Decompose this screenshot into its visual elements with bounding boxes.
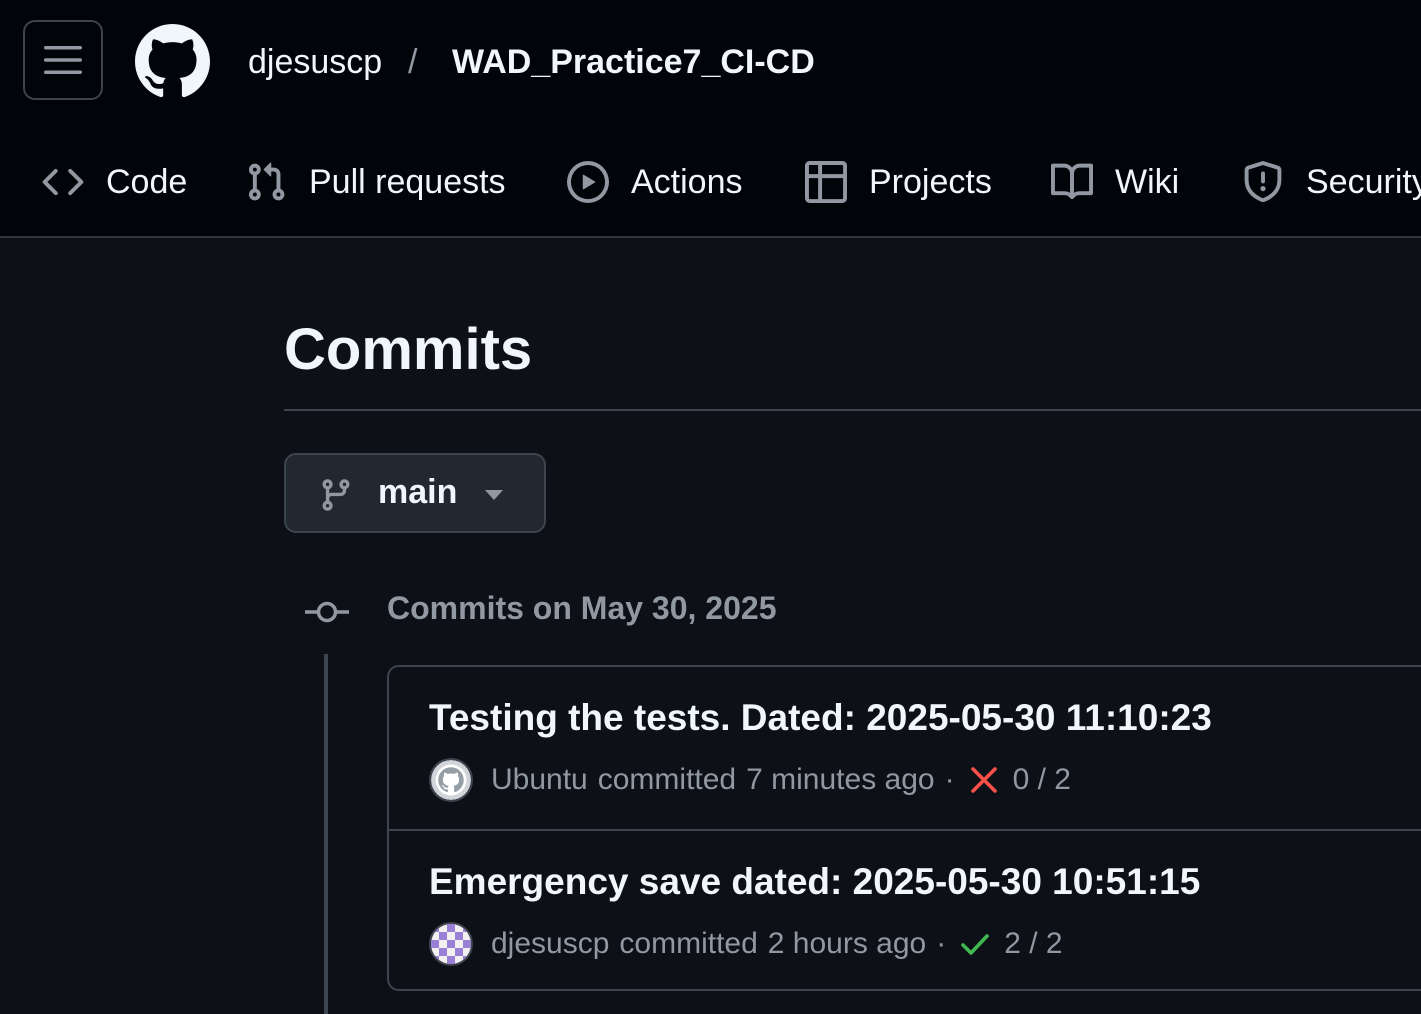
hamburger-menu-button[interactable]	[23, 20, 103, 100]
commit-meta: djesuscp committed 2 hours ago · 2 / 2	[429, 921, 1063, 967]
code-icon	[42, 161, 84, 203]
commit-action: committed	[597, 763, 737, 796]
tab-pull-requests[interactable]: Pull requests	[245, 150, 506, 214]
tab-wiki-label: Wiki	[1115, 162, 1180, 201]
commit-message-link[interactable]: Testing the tests. Dated: 2025-05-30 11:…	[429, 697, 1212, 739]
x-icon[interactable]	[969, 765, 999, 795]
commit-action: committed	[619, 927, 758, 960]
triangle-down-icon	[485, 490, 503, 500]
checks-count[interactable]: 2 / 2	[1004, 927, 1062, 961]
breadcrumb-repo-link[interactable]: WAD_Practice7_CI-CD	[452, 40, 815, 84]
commit-group-date: Commits on May 30, 2025	[387, 590, 777, 626]
shield-icon	[1242, 161, 1284, 203]
tab-code-label: Code	[106, 162, 188, 201]
book-icon	[1051, 161, 1093, 203]
commit-meta: Ubuntu committed 7 minutes ago · 0 / 2	[429, 757, 1071, 803]
commit-time: 7 minutes ago	[746, 763, 935, 796]
repo-header: djesuscp / WAD_Practice7_CI-CD Code Pull…	[0, 0, 1421, 238]
hamburger-icon	[44, 46, 82, 74]
commit-row: Testing the tests. Dated: 2025-05-30 11:…	[389, 667, 1421, 829]
git-pull-request-icon	[245, 161, 287, 203]
meta-separator: ·	[944, 763, 955, 796]
branch-selector-button[interactable]: main	[284, 453, 546, 533]
tab-wiki[interactable]: Wiki	[1051, 150, 1179, 214]
breadcrumb-owner-link[interactable]: djesuscp	[248, 40, 382, 84]
tab-projects[interactable]: Projects	[805, 150, 992, 214]
branch-name: main	[378, 473, 458, 511]
tab-security-label: Security	[1306, 162, 1421, 201]
timeline-line	[324, 654, 328, 1014]
avatar[interactable]	[429, 758, 473, 802]
tab-security[interactable]: Security	[1242, 150, 1421, 214]
commit-author-link[interactable]: Ubuntu	[491, 763, 588, 797]
tab-code[interactable]: Code	[42, 150, 187, 214]
check-icon[interactable]	[960, 929, 990, 959]
checks-count[interactable]: 0 / 2	[1013, 763, 1071, 797]
commit-time: 2 hours ago	[767, 927, 927, 960]
commit-row: Emergency save dated: 2025-05-30 10:51:1…	[389, 829, 1421, 991]
play-icon	[567, 161, 609, 203]
tab-projects-label: Projects	[869, 162, 992, 201]
meta-separator: ·	[936, 927, 947, 960]
tab-pull-requests-label: Pull requests	[309, 162, 506, 201]
commit-list: Testing the tests. Dated: 2025-05-30 11:…	[387, 665, 1421, 991]
title-divider	[284, 409, 1421, 411]
git-commit-icon	[305, 601, 349, 623]
commit-message-link[interactable]: Emergency save dated: 2025-05-30 10:51:1…	[429, 861, 1200, 903]
page-title: Commits	[284, 317, 533, 382]
git-branch-icon	[322, 479, 350, 511]
breadcrumb-separator: /	[408, 43, 418, 81]
table-icon	[805, 161, 847, 203]
tab-actions[interactable]: Actions	[567, 150, 743, 214]
github-logo-icon[interactable]	[135, 24, 210, 99]
avatar[interactable]	[429, 922, 473, 966]
tab-actions-label: Actions	[631, 162, 743, 201]
commit-author-link[interactable]: djesuscp	[491, 927, 609, 961]
